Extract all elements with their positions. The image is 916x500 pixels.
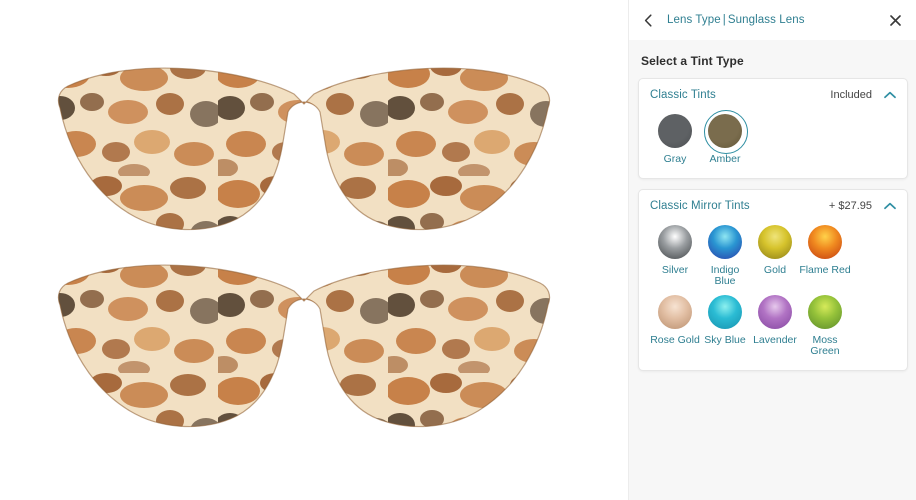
tint-color-dot: [708, 114, 742, 148]
tint-swatch-label: Silver: [661, 263, 689, 276]
tint-swatch-label: Moss Green: [810, 333, 840, 357]
tint-swatch[interactable]: Lavender: [750, 292, 800, 358]
panel-header: Lens Type | Sunglass Lens: [629, 0, 916, 40]
tint-swatch-label: Rose Gold: [650, 333, 700, 346]
tint-color-dot: [658, 114, 692, 148]
tint-swatch[interactable]: Sky Blue: [700, 292, 750, 358]
preview-stage: [0, 0, 628, 500]
tint-swatch[interactable]: Indigo Blue: [700, 222, 750, 288]
tint-color-dot: [808, 224, 842, 259]
sunglasses-bottom: [57, 264, 551, 428]
tint-group-title: Classic Mirror Tints: [650, 199, 750, 212]
tint-group-header[interactable]: Classic Tints Included: [650, 89, 896, 101]
tint-swatch-grid: Gray Amber: [650, 107, 896, 166]
tint-swatch-dot-wrap: [753, 292, 797, 332]
breadcrumb-separator: |: [722, 14, 726, 26]
tint-color-dot: [708, 224, 742, 259]
tint-swatch-label: Gray: [663, 153, 687, 165]
sunglasses-top: [57, 67, 551, 231]
panel-body: Select a Tint Type Classic Tints Included…: [629, 40, 916, 500]
breadcrumb[interactable]: Lens Type | Sunglass Lens: [667, 14, 886, 26]
tint-swatch-label: Gold: [763, 263, 787, 276]
chevron-glyph: [884, 202, 896, 209]
tint-swatch-dot-wrap: [803, 222, 847, 262]
tint-swatch[interactable]: Gray: [650, 111, 700, 166]
tint-group-price: + $27.95: [828, 199, 872, 212]
tint-swatch-label: Amber: [709, 153, 741, 165]
tint-swatch[interactable]: Amber: [700, 110, 750, 166]
tint-swatch[interactable]: Rose Gold: [650, 292, 700, 358]
tint-swatch[interactable]: Moss Green: [800, 292, 850, 358]
tint-group-card: Classic Mirror Tints + $27.95 Silver Indigo…: [638, 188, 908, 371]
chevron-up-icon[interactable]: [884, 200, 896, 212]
tint-swatch[interactable]: Gold: [750, 222, 800, 288]
tint-color-dot: [758, 294, 792, 329]
tint-swatch-dot-wrap: [653, 222, 697, 262]
page-title: Select a Tint Type: [641, 54, 744, 68]
chevron-glyph: [884, 91, 896, 99]
tint-color-dot: [658, 224, 692, 259]
tint-color-dot: [808, 294, 842, 329]
sunglasses-preview: [0, 0, 628, 500]
tint-panel: Lens Type | Sunglass Lens Select a Tint Ty…: [628, 0, 916, 500]
tint-swatch-dot-wrap: [703, 292, 747, 332]
tint-swatch-dot-wrap: [653, 111, 697, 151]
tint-group-price: Included: [830, 89, 872, 101]
tint-group-title: Classic Tints: [650, 89, 716, 101]
tint-swatch-label: Sky Blue: [704, 333, 746, 346]
chevron-left-glyph: [644, 13, 652, 27]
tint-swatch[interactable]: Silver: [650, 222, 700, 288]
close-glyph: [889, 14, 901, 26]
chevron-up-icon[interactable]: [884, 89, 896, 101]
tint-group-header[interactable]: Classic Mirror Tints + $27.95: [650, 200, 896, 212]
tint-swatch-dot-wrap: [753, 222, 797, 262]
tint-group-list: Classic Tints Included Gray Amber Classic Mi…: [638, 78, 908, 371]
tint-swatch-dot-wrap: [803, 292, 847, 332]
chevron-left-icon[interactable]: [639, 10, 657, 30]
tint-swatch-label: Flame Red: [799, 263, 851, 276]
tint-color-dot: [758, 224, 792, 259]
breadcrumb-parent[interactable]: Lens Type: [667, 14, 721, 26]
tint-swatch-label: Lavender: [753, 333, 797, 346]
tint-selector-app: Lens Type | Sunglass Lens Select a Tint Ty…: [0, 0, 916, 500]
tint-group-card: Classic Tints Included Gray Amber: [638, 78, 908, 179]
tint-swatch-grid: Silver Indigo Blue Gold Flame Red Rose Gold S…: [650, 218, 896, 358]
close-icon[interactable]: [886, 11, 904, 29]
tint-swatch-label: Indigo Blue: [710, 263, 740, 287]
tint-color-dot: [708, 294, 742, 329]
tint-swatch-dot-wrap: [703, 110, 748, 154]
tint-swatch-dot-wrap: [653, 292, 697, 332]
tint-color-dot: [658, 294, 692, 329]
breadcrumb-current[interactable]: Sunglass Lens: [728, 14, 805, 26]
tint-swatch-dot-wrap: [703, 222, 747, 262]
tint-swatch[interactable]: Flame Red: [799, 222, 851, 288]
